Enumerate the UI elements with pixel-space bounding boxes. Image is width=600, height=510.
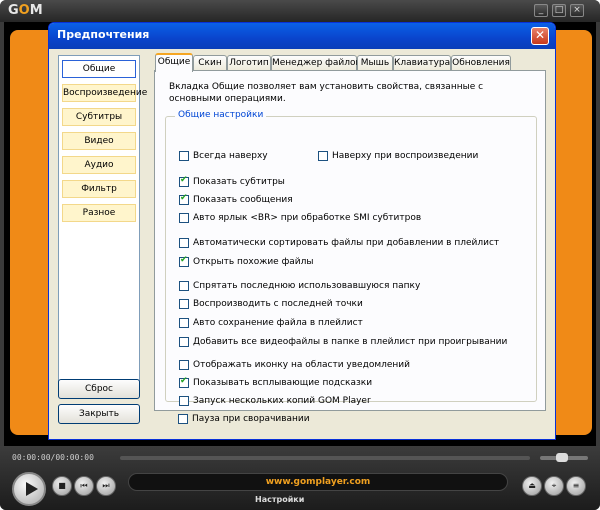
checkbox[interactable] (179, 396, 189, 406)
category-playback[interactable]: Воспроизведение (62, 84, 147, 102)
checkbox[interactable] (179, 238, 189, 248)
minimize-button[interactable]: _ (534, 4, 548, 17)
checkbox[interactable] (179, 175, 189, 187)
play-button[interactable] (12, 472, 46, 506)
checkbox[interactable] (179, 337, 189, 347)
play-icon (26, 482, 38, 496)
checkbox[interactable] (179, 151, 189, 161)
playlist-button[interactable]: ≡ (566, 476, 586, 496)
tab-description: Вкладка Общие позволяет вам установить с… (169, 82, 484, 104)
checkbox[interactable] (179, 213, 189, 223)
frame-accent-left (10, 30, 48, 435)
checkbox[interactable] (179, 360, 189, 370)
option-label: Авто ярлык <BR> при обработке SMI субтит… (193, 213, 422, 223)
dialog-titlebar[interactable]: Предпочтения ✕ (49, 23, 555, 49)
tab-updates[interactable]: Обновления (451, 55, 511, 71)
timecode: 00:00:00/00:00:00 (12, 453, 94, 462)
option-label: Воспроизводить с последней точки (193, 299, 363, 309)
option-label: Показать сообщения (193, 195, 293, 205)
tab-general[interactable]: Общие (155, 53, 193, 72)
option-label: Показывать всплывающие подсказки (193, 378, 373, 388)
group-title: Общие настройки (175, 110, 267, 120)
category-filter[interactable]: Фильтр (62, 180, 136, 198)
category-list: Общие Воспроизведение Субтитры Видео Ауд… (58, 55, 147, 391)
category-general[interactable]: Общие (62, 60, 136, 78)
eject-button[interactable]: ⏏ (522, 476, 542, 496)
category-audio[interactable]: Аудио (62, 156, 136, 174)
checkbox[interactable] (318, 151, 328, 161)
maximize-button[interactable]: □ (552, 4, 566, 17)
option-label: Отображать иконку на области уведомлений (193, 360, 410, 370)
tab-mouse[interactable]: Мышь (357, 55, 393, 71)
option-label: Спрятать последнюю использовавшуюся папк… (193, 281, 421, 291)
control-bar: 00:00:00/00:00:00 ■ ⏮ ⏭ www.gomplayer.co… (0, 446, 600, 510)
reset-button[interactable]: Сброс (58, 379, 140, 399)
close-player-button[interactable]: × (570, 4, 584, 17)
info-bar: www.gomplayer.com (128, 473, 508, 491)
checkbox[interactable] (179, 193, 189, 205)
category-misc[interactable]: Разное (62, 204, 136, 222)
option-label: Показать субтитры (193, 177, 285, 187)
checkbox[interactable] (179, 299, 189, 309)
option-label: Наверху при воспроизведении (332, 151, 479, 161)
dialog-title: Предпочтения (57, 28, 150, 41)
tab-logo[interactable]: Логотип (227, 55, 271, 71)
option-label: Всегда наверху (193, 151, 268, 161)
close-button[interactable]: Закрыть (58, 404, 140, 424)
option-label: Добавить все видеофайлы в папке в плейли… (193, 337, 508, 347)
player-titlebar[interactable]: GOM _ □ × (0, 0, 600, 22)
settings-link[interactable]: Настройки (255, 495, 304, 504)
tab-keyboard[interactable]: Клавиатура (393, 55, 451, 71)
checkbox[interactable] (179, 376, 189, 388)
option-label: Автоматически сортировать файлы при доба… (193, 238, 500, 248)
stop-button[interactable]: ■ (52, 476, 72, 496)
category-video[interactable]: Видео (62, 132, 136, 150)
seek-bar[interactable] (120, 456, 530, 460)
frame-accent-right (556, 30, 592, 435)
checkbox[interactable] (179, 281, 189, 291)
tab-skin[interactable]: Скин (193, 55, 227, 71)
option-label: Открыть похожие файлы (193, 257, 314, 267)
website-link[interactable]: www.gomplayer.com (266, 477, 371, 487)
next-button[interactable]: ⏭ (96, 476, 116, 496)
general-tab-panel: Вкладка Общие позволяет вам установить с… (154, 70, 546, 411)
volume-knob[interactable] (556, 453, 568, 462)
tab-file-manager[interactable]: Менеджер файлов (271, 55, 361, 71)
previous-button[interactable]: ⏮ (74, 476, 94, 496)
checkbox[interactable] (178, 414, 188, 424)
option-label: Запуск нескольких копий GOM Player (193, 396, 371, 406)
control-panel-button[interactable]: ⌖ (544, 476, 564, 496)
dialog-close-button[interactable]: ✕ (531, 27, 549, 45)
checkbox[interactable] (179, 255, 189, 267)
checkbox[interactable] (179, 318, 189, 328)
preferences-dialog: Предпочтения ✕ Общие Воспроизведение Суб… (48, 22, 556, 440)
option-label: Авто сохранение файла в плейлист (193, 318, 363, 328)
category-subtitles[interactable]: Субтитры (62, 108, 136, 126)
gom-logo: GOM (8, 3, 43, 18)
option-label: Пауза при сворачивании (192, 414, 310, 424)
